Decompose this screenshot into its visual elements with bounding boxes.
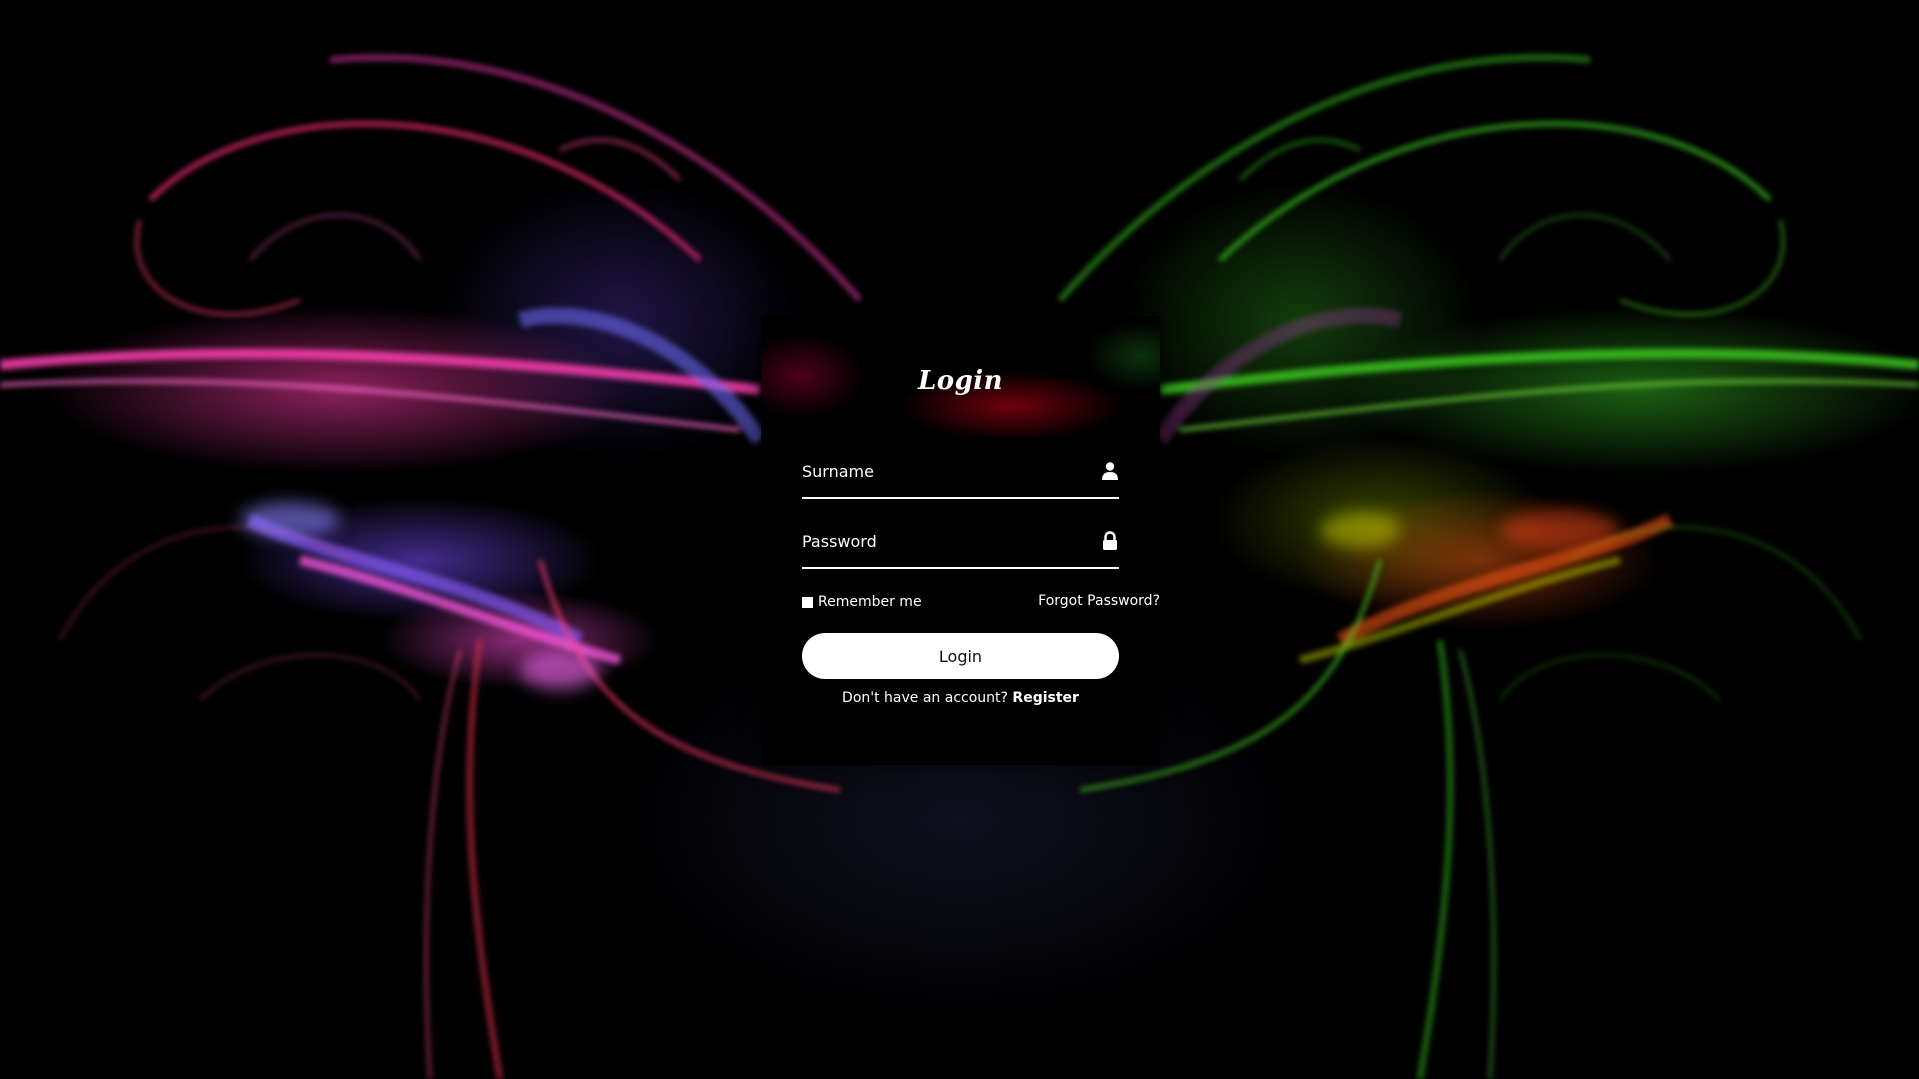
login-button[interactable]: Login [802,633,1119,679]
register-link[interactable]: Register [1012,690,1079,706]
user-icon [1101,461,1119,481]
login-title: Login [917,366,1004,396]
forgot-password-link[interactable]: Forgot Password? [1038,593,1160,609]
lock-icon [1101,531,1119,551]
password-field-wrapper [802,517,1119,569]
password-input[interactable] [802,527,1082,555]
register-prompt: Don't have an account? Register [761,690,1160,706]
surname-field-wrapper [802,447,1119,499]
register-prompt-text: Don't have an account? [842,690,1008,706]
remember-me-checkbox[interactable] [802,596,813,608]
remember-me[interactable]: Remember me [802,594,922,610]
surname-input[interactable] [802,457,1082,485]
remember-me-label: Remember me [818,594,922,610]
